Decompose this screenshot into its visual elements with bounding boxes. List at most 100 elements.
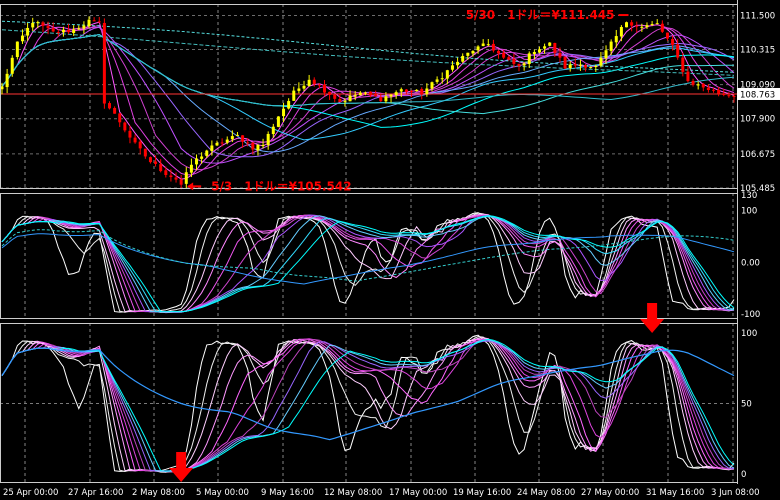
candle-body: [440, 78, 444, 80]
candle-body: [461, 55, 465, 62]
axis-tick-label: 50: [741, 400, 752, 410]
candle-body: [420, 89, 424, 95]
candle-body: [220, 142, 224, 144]
candle-body: [594, 66, 598, 68]
candle-body: [497, 50, 501, 54]
candle-body: [635, 25, 639, 27]
candle-body: [133, 137, 137, 143]
candle-body: [430, 82, 434, 89]
candle-body: [384, 96, 388, 102]
candle-body: [404, 89, 408, 92]
candle-body: [425, 88, 429, 94]
candle-body: [481, 43, 485, 47]
candle-body: [548, 42, 552, 46]
candle-body: [389, 94, 393, 97]
candle-body: [512, 58, 516, 64]
candle-body: [435, 79, 439, 82]
candle-body: [189, 164, 193, 173]
candle-body: [302, 85, 306, 89]
candle-body: [343, 100, 347, 102]
candle-body: [645, 25, 649, 28]
candle-body: [625, 22, 629, 28]
candle-body: [573, 64, 577, 66]
axis-tick-label: 100: [741, 207, 757, 217]
candle-body: [67, 29, 71, 33]
candle-body: [522, 63, 526, 66]
candle-body: [128, 130, 132, 138]
candle-body: [553, 42, 557, 53]
candle-body: [179, 179, 183, 185]
axis-tick-label: 24 May 08:00: [517, 488, 575, 498]
candle-body: [77, 28, 81, 30]
candle-body: [691, 80, 695, 85]
candle-body: [164, 170, 168, 175]
candle-body: [614, 36, 618, 43]
candle-body: [706, 87, 710, 91]
candle-body: [51, 28, 55, 32]
candle-body: [369, 91, 373, 96]
candle-body: [41, 22, 45, 26]
candle-body: [87, 19, 91, 27]
candle-body: [517, 63, 521, 67]
candle-body: [558, 53, 562, 58]
candle-body: [276, 116, 280, 127]
candle-body: [681, 57, 685, 72]
candle-body: [31, 22, 35, 28]
candle-body: [72, 29, 76, 33]
axis-tick-label: 9 May 16:00: [261, 488, 314, 498]
candle-body: [655, 23, 659, 25]
candle-body: [732, 95, 736, 97]
forex-chart: 111.500110.315109.090107.900106.675105.4…: [0, 0, 780, 500]
candle-body: [10, 57, 14, 74]
candle-body: [722, 93, 726, 95]
axis-tick-label: 2 May 08:00: [132, 488, 185, 498]
axis-tick-label: 19 May 16:00: [453, 488, 511, 498]
current-price-label: 108.763: [740, 90, 775, 100]
candle-body: [159, 164, 163, 172]
candle-body: [353, 95, 357, 97]
candle-body: [486, 44, 490, 46]
candle-body: [696, 84, 700, 86]
candle-body: [266, 133, 270, 146]
candle-body: [251, 142, 255, 150]
candle-body: [466, 52, 470, 56]
candle-body: [317, 84, 321, 86]
candle-body: [61, 29, 65, 33]
axis-tick-label: 110.315: [740, 45, 775, 55]
candle-body: [241, 135, 245, 142]
axis-tick-label: 12 May 08:00: [324, 488, 382, 498]
candle-body: [578, 64, 582, 66]
candle-body: [184, 172, 188, 184]
candle-body: [660, 23, 664, 32]
axis-tick-label: 25 Apr 00:00: [3, 488, 58, 498]
candle-body: [282, 108, 286, 117]
axis-tick-label: 27 Apr 16:00: [68, 488, 123, 498]
candle-body: [297, 88, 301, 91]
candle-body: [215, 142, 219, 146]
candle-body: [568, 64, 572, 68]
candle-body: [640, 26, 644, 28]
candle-body: [113, 108, 117, 114]
candle-body: [143, 148, 147, 157]
candle-body: [225, 139, 229, 143]
candle-body: [701, 83, 705, 88]
candle-body: [630, 22, 634, 26]
candle-body: [410, 91, 414, 93]
candle-body: [727, 95, 731, 97]
candle-body: [532, 52, 536, 55]
candle-body: [118, 113, 122, 123]
candle-body: [619, 27, 623, 37]
candle-body: [671, 38, 675, 45]
candle-body: [491, 43, 495, 51]
candle-body: [15, 41, 19, 58]
candle-body: [287, 100, 291, 109]
axis-tick-label: 27 May 00:00: [581, 488, 639, 498]
candle-body: [563, 56, 567, 69]
candle-body: [676, 44, 680, 58]
axis-tick-label: 0: [741, 470, 746, 480]
axis-tick-label: 106.675: [740, 150, 775, 160]
candle-body: [507, 57, 511, 60]
axis-tick-label: 0.00: [741, 258, 760, 268]
candle-body: [445, 70, 449, 79]
candle-body: [312, 79, 316, 85]
